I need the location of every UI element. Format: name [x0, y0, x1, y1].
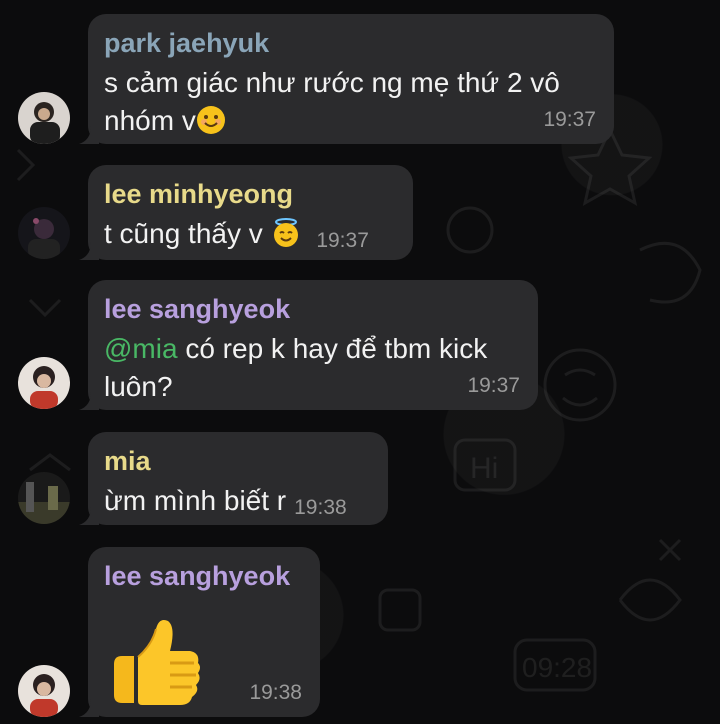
message-time: 19:38	[294, 496, 347, 519]
message-text-line: ừm mình biết r	[104, 485, 287, 516]
message-text-line: luôn?	[104, 371, 173, 402]
avatar[interactable]	[18, 357, 70, 409]
sender-name[interactable]: lee sanghyeok	[104, 559, 304, 593]
bubble-tail	[79, 507, 99, 525]
avatar[interactable]	[18, 207, 70, 259]
bubble-tail	[79, 699, 99, 717]
message-text-line: nhóm v	[104, 105, 196, 136]
sender-name[interactable]: lee minhyeong	[104, 177, 397, 211]
message-bubble[interactable]: park jaehyuk s cảm giác như rước ng mẹ t…	[79, 14, 614, 144]
thumbs-up-icon[interactable]	[104, 611, 204, 711]
halo-face-icon	[271, 218, 301, 248]
message-time: 19:37	[467, 374, 520, 397]
avatar[interactable]	[18, 472, 70, 524]
message-text: t cũng thấy v 19:37	[104, 215, 397, 256]
message-time: 19:38	[249, 681, 302, 704]
bubble-tail	[79, 392, 99, 410]
message-text-line: có rep k hay để tbm kick	[177, 333, 488, 364]
message-bubble[interactable]: mia ừm mình biết r 19:38	[79, 432, 388, 525]
message-bubble[interactable]: lee sanghyeok 19:38	[79, 547, 320, 717]
avatar[interactable]	[18, 92, 70, 144]
message-text-line: s cảm giác như rước ng mẹ thứ 2 vô	[104, 67, 560, 98]
message-text-line: t cũng thấy v	[104, 218, 263, 249]
message-bubble[interactable]: lee minhyeong t cũng thấy v 19:37	[79, 165, 413, 260]
svg-text:09:28: 09:28	[522, 652, 592, 683]
avatar[interactable]	[18, 665, 70, 717]
message-bubble[interactable]: lee sanghyeok @mia có rep k hay để tbm k…	[79, 280, 538, 410]
message-text: ừm mình biết r 19:38	[104, 482, 372, 523]
message-text: @mia có rep k hay để tbm kick luôn?	[104, 330, 522, 406]
message-text: s cảm giác như rước ng mẹ thứ 2 vô nhóm …	[104, 64, 598, 140]
svg-text:Hi: Hi	[470, 452, 498, 485]
message-time: 19:37	[316, 229, 369, 252]
mention-link[interactable]: @mia	[104, 333, 178, 364]
bubble-tail	[79, 242, 99, 260]
sender-name[interactable]: park jaehyuk	[104, 26, 598, 60]
sender-name[interactable]: mia	[104, 444, 372, 478]
bubble-tail	[79, 126, 99, 144]
smiling-face-icon	[196, 105, 226, 135]
sender-name[interactable]: lee sanghyeok	[104, 292, 522, 326]
message-time: 19:37	[543, 108, 596, 131]
